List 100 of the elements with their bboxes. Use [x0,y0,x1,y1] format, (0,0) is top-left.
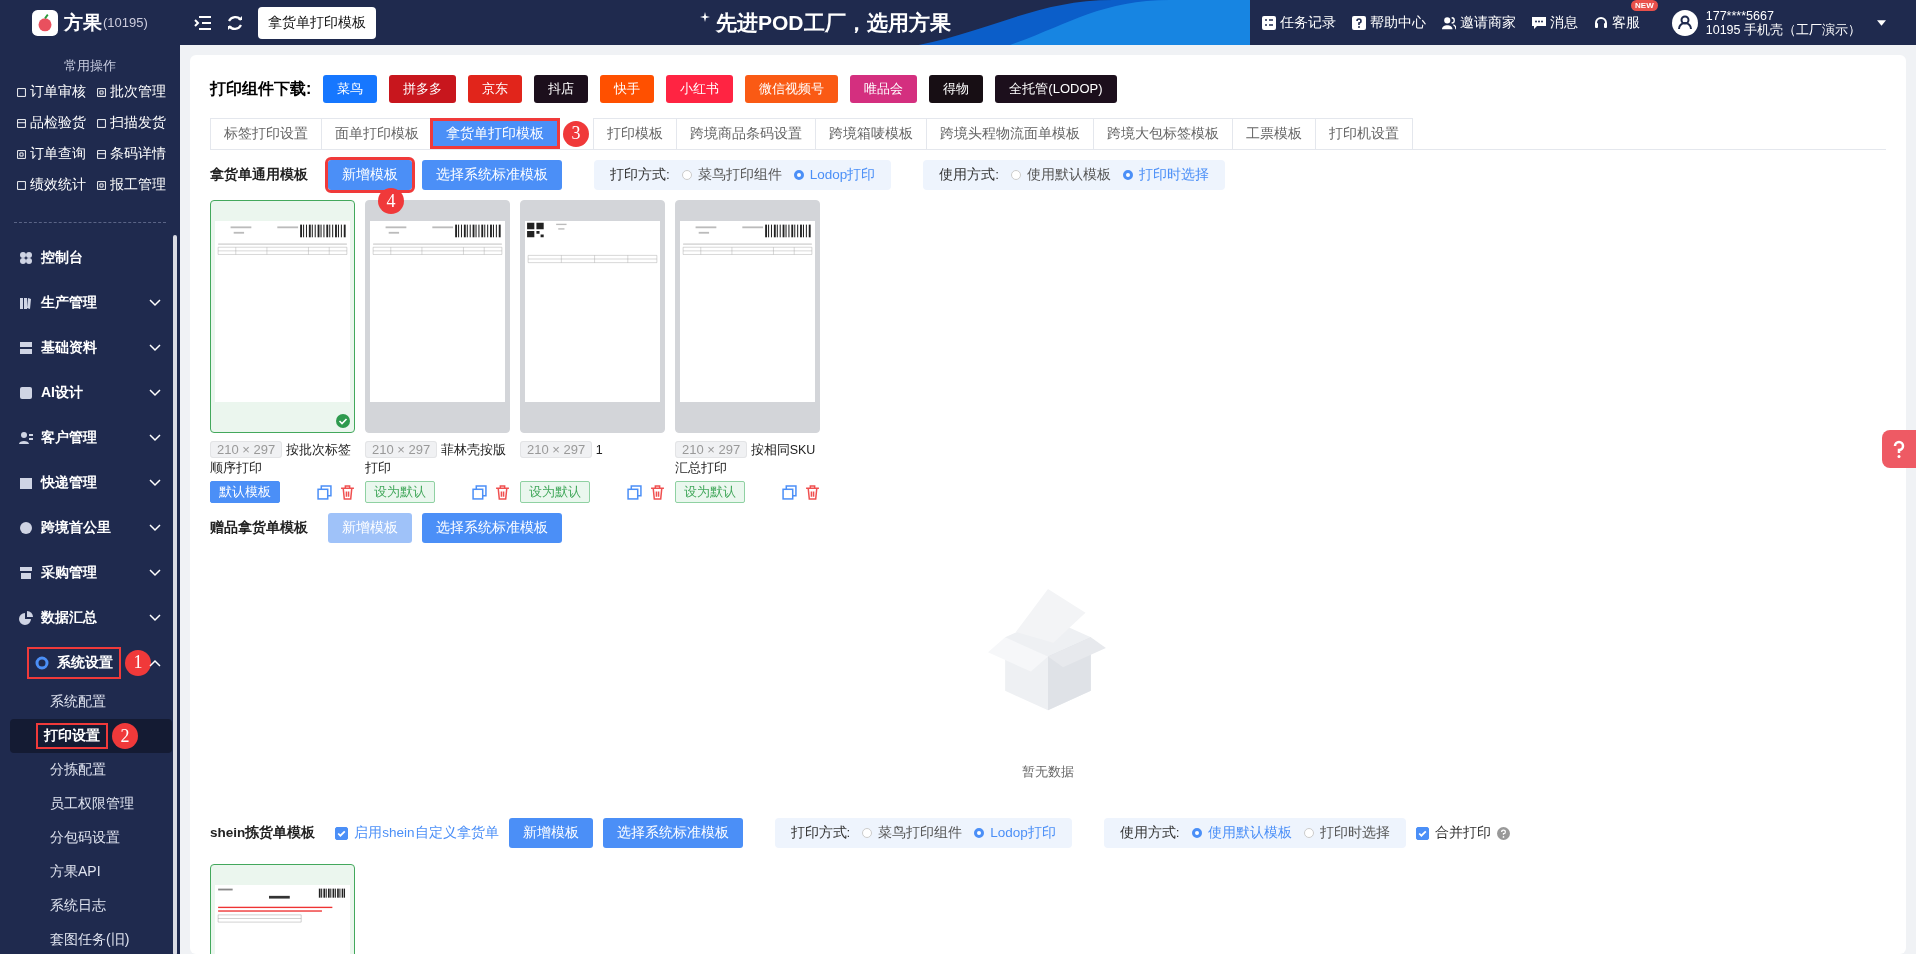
tab[interactable]: 标签打印设置 [210,118,322,149]
caret-icon[interactable] [1877,19,1886,26]
download-button[interactable]: 菜鸟 [323,75,378,103]
copy-icon[interactable] [317,484,332,500]
submenu-item[interactable]: 系统配置 [50,693,106,711]
header-link[interactable]: 客服 [1593,13,1640,32]
menu-fold-icon[interactable] [194,13,212,32]
checkbox-icon[interactable] [1415,826,1429,840]
chevron-icon [149,298,161,307]
menu-item[interactable]: 控制台 [19,243,161,272]
shortcut-link[interactable]: 订单审核 [16,83,96,101]
checkbox[interactable]: 合并打印 [1415,824,1510,842]
menu-item[interactable]: 生产管理 [19,288,161,317]
apple-logo-icon [32,9,58,36]
radio-icon[interactable] [1191,828,1202,838]
shortcut-link[interactable]: 报工管理 [96,176,176,194]
radio-icon[interactable] [1011,170,1022,180]
download-label: 打印组件下载: [210,78,312,99]
header-link[interactable]: 邀请商家 [1441,13,1516,32]
size-tag: 210 × 297 [210,441,283,458]
radio-option[interactable]: 菜鸟打印组件 [862,824,963,842]
radio-icon[interactable] [681,170,692,180]
chevron-icon [149,343,161,352]
radio-option[interactable]: 菜鸟打印组件 [681,166,782,184]
books-icon [19,295,33,310]
submenu-item[interactable]: 套图任务(旧) [50,931,130,949]
download-button[interactable]: 全托管(LODOP) [995,75,1117,103]
submenu-item[interactable]: 系统日志 [50,897,106,915]
chevron-icon [149,433,161,442]
copy-icon[interactable] [472,484,487,500]
header-link[interactable]: 消息 [1531,13,1578,32]
menu-item[interactable]: 基础资料 [19,333,161,362]
header-link[interactable]: 帮助中心 [1351,13,1426,32]
tab[interactable]: 打印机设置 [1315,118,1413,149]
document-icon [96,86,107,98]
radio-icon[interactable] [1303,828,1314,838]
menu-item[interactable]: AI设计 [19,378,161,407]
radio-icon[interactable] [1123,170,1134,180]
download-button[interactable]: 得物 [929,75,984,103]
shortcut-link[interactable]: 扫描发货 [96,114,176,132]
trash-icon[interactable] [650,484,665,500]
slogan: 先进POD工厂，选用方果 [716,9,951,36]
shortcut-link[interactable]: 订单查询 [16,145,96,163]
size-tag: 210 × 297 [365,441,438,458]
menu-item[interactable]: 数据汇总 [19,603,161,632]
download-button[interactable]: 京东 [468,75,523,103]
submenu-item[interactable]: 打印设置 [38,725,106,747]
shortcut-link[interactable]: 品检验货 [16,114,96,132]
radio-icon[interactable] [793,170,804,180]
help-float-button[interactable] [1882,430,1916,468]
menu-item[interactable]: 系统设置 [29,648,119,677]
radio-icon[interactable] [862,828,873,838]
users-icon [1441,15,1456,30]
shortcut-link[interactable]: 批次管理 [96,83,176,101]
download-button[interactable]: 小红书 [666,75,734,103]
chevron-icon [149,658,161,667]
header-link[interactable]: 任务记录 [1261,13,1336,32]
submenu-item[interactable]: 分拣配置 [50,761,106,779]
shortcut-link[interactable]: 条码详情 [96,145,176,163]
radio-option[interactable]: 使用默认模板 [1011,166,1112,184]
radio-icon[interactable] [974,828,985,838]
download-button[interactable]: 唯品会 [850,75,918,103]
download-button[interactable]: 拼多多 [389,75,457,103]
template-card[interactable] [210,200,355,433]
section-title: shein拣货单模板 [210,824,316,842]
menu-item[interactable]: 跨境首公里 [19,513,161,542]
copy-icon[interactable] [782,484,797,500]
submenu-item[interactable]: 分包码设置 [50,829,120,847]
empty-text: 暂无数据 [1022,763,1074,781]
menu-item[interactable]: 采购管理 [19,558,161,587]
help-icon[interactable] [1496,826,1510,840]
radio-option[interactable]: 打印时选择 [1303,824,1390,842]
copy-icon[interactable] [627,484,642,500]
trash-icon[interactable] [805,484,820,500]
download-button[interactable]: 抖店 [534,75,589,103]
trash-icon[interactable] [340,484,355,500]
menu-item[interactable]: 快递管理 [19,468,161,497]
page-tab[interactable]: 拿货单打印模板 [258,6,376,39]
checkbox-label[interactable]: 合并打印 [1434,824,1491,842]
trash-icon[interactable] [495,484,510,500]
section-title: 赠品拿货单模板 [210,519,308,537]
shortcut-link[interactable]: 绩效统计 [16,176,96,194]
tab[interactable]: 打印模板 [593,118,677,149]
template-name: 210 × 297 按批次标签顺序打印 [210,441,352,477]
refresh-icon[interactable] [226,13,244,32]
tray-icon [19,340,33,355]
chevron-icon [149,388,161,397]
avatar-icon[interactable] [1671,9,1698,36]
chevron-icon [149,478,161,487]
submenu-item[interactable]: 员工权限管理 [50,795,134,813]
menu-item[interactable]: 客户管理 [19,423,161,452]
mode-label: 使用方式: [1119,824,1180,842]
chevron-icon [149,523,161,532]
user-phone: 177****5667 [1705,8,1775,23]
scrollbar[interactable] [173,235,177,954]
submenu-item[interactable]: 方果API [50,863,101,881]
document-icon [16,148,27,160]
document-icon [96,117,107,129]
checkbox-icon[interactable] [335,826,349,840]
account-id: (10195) [103,15,148,30]
